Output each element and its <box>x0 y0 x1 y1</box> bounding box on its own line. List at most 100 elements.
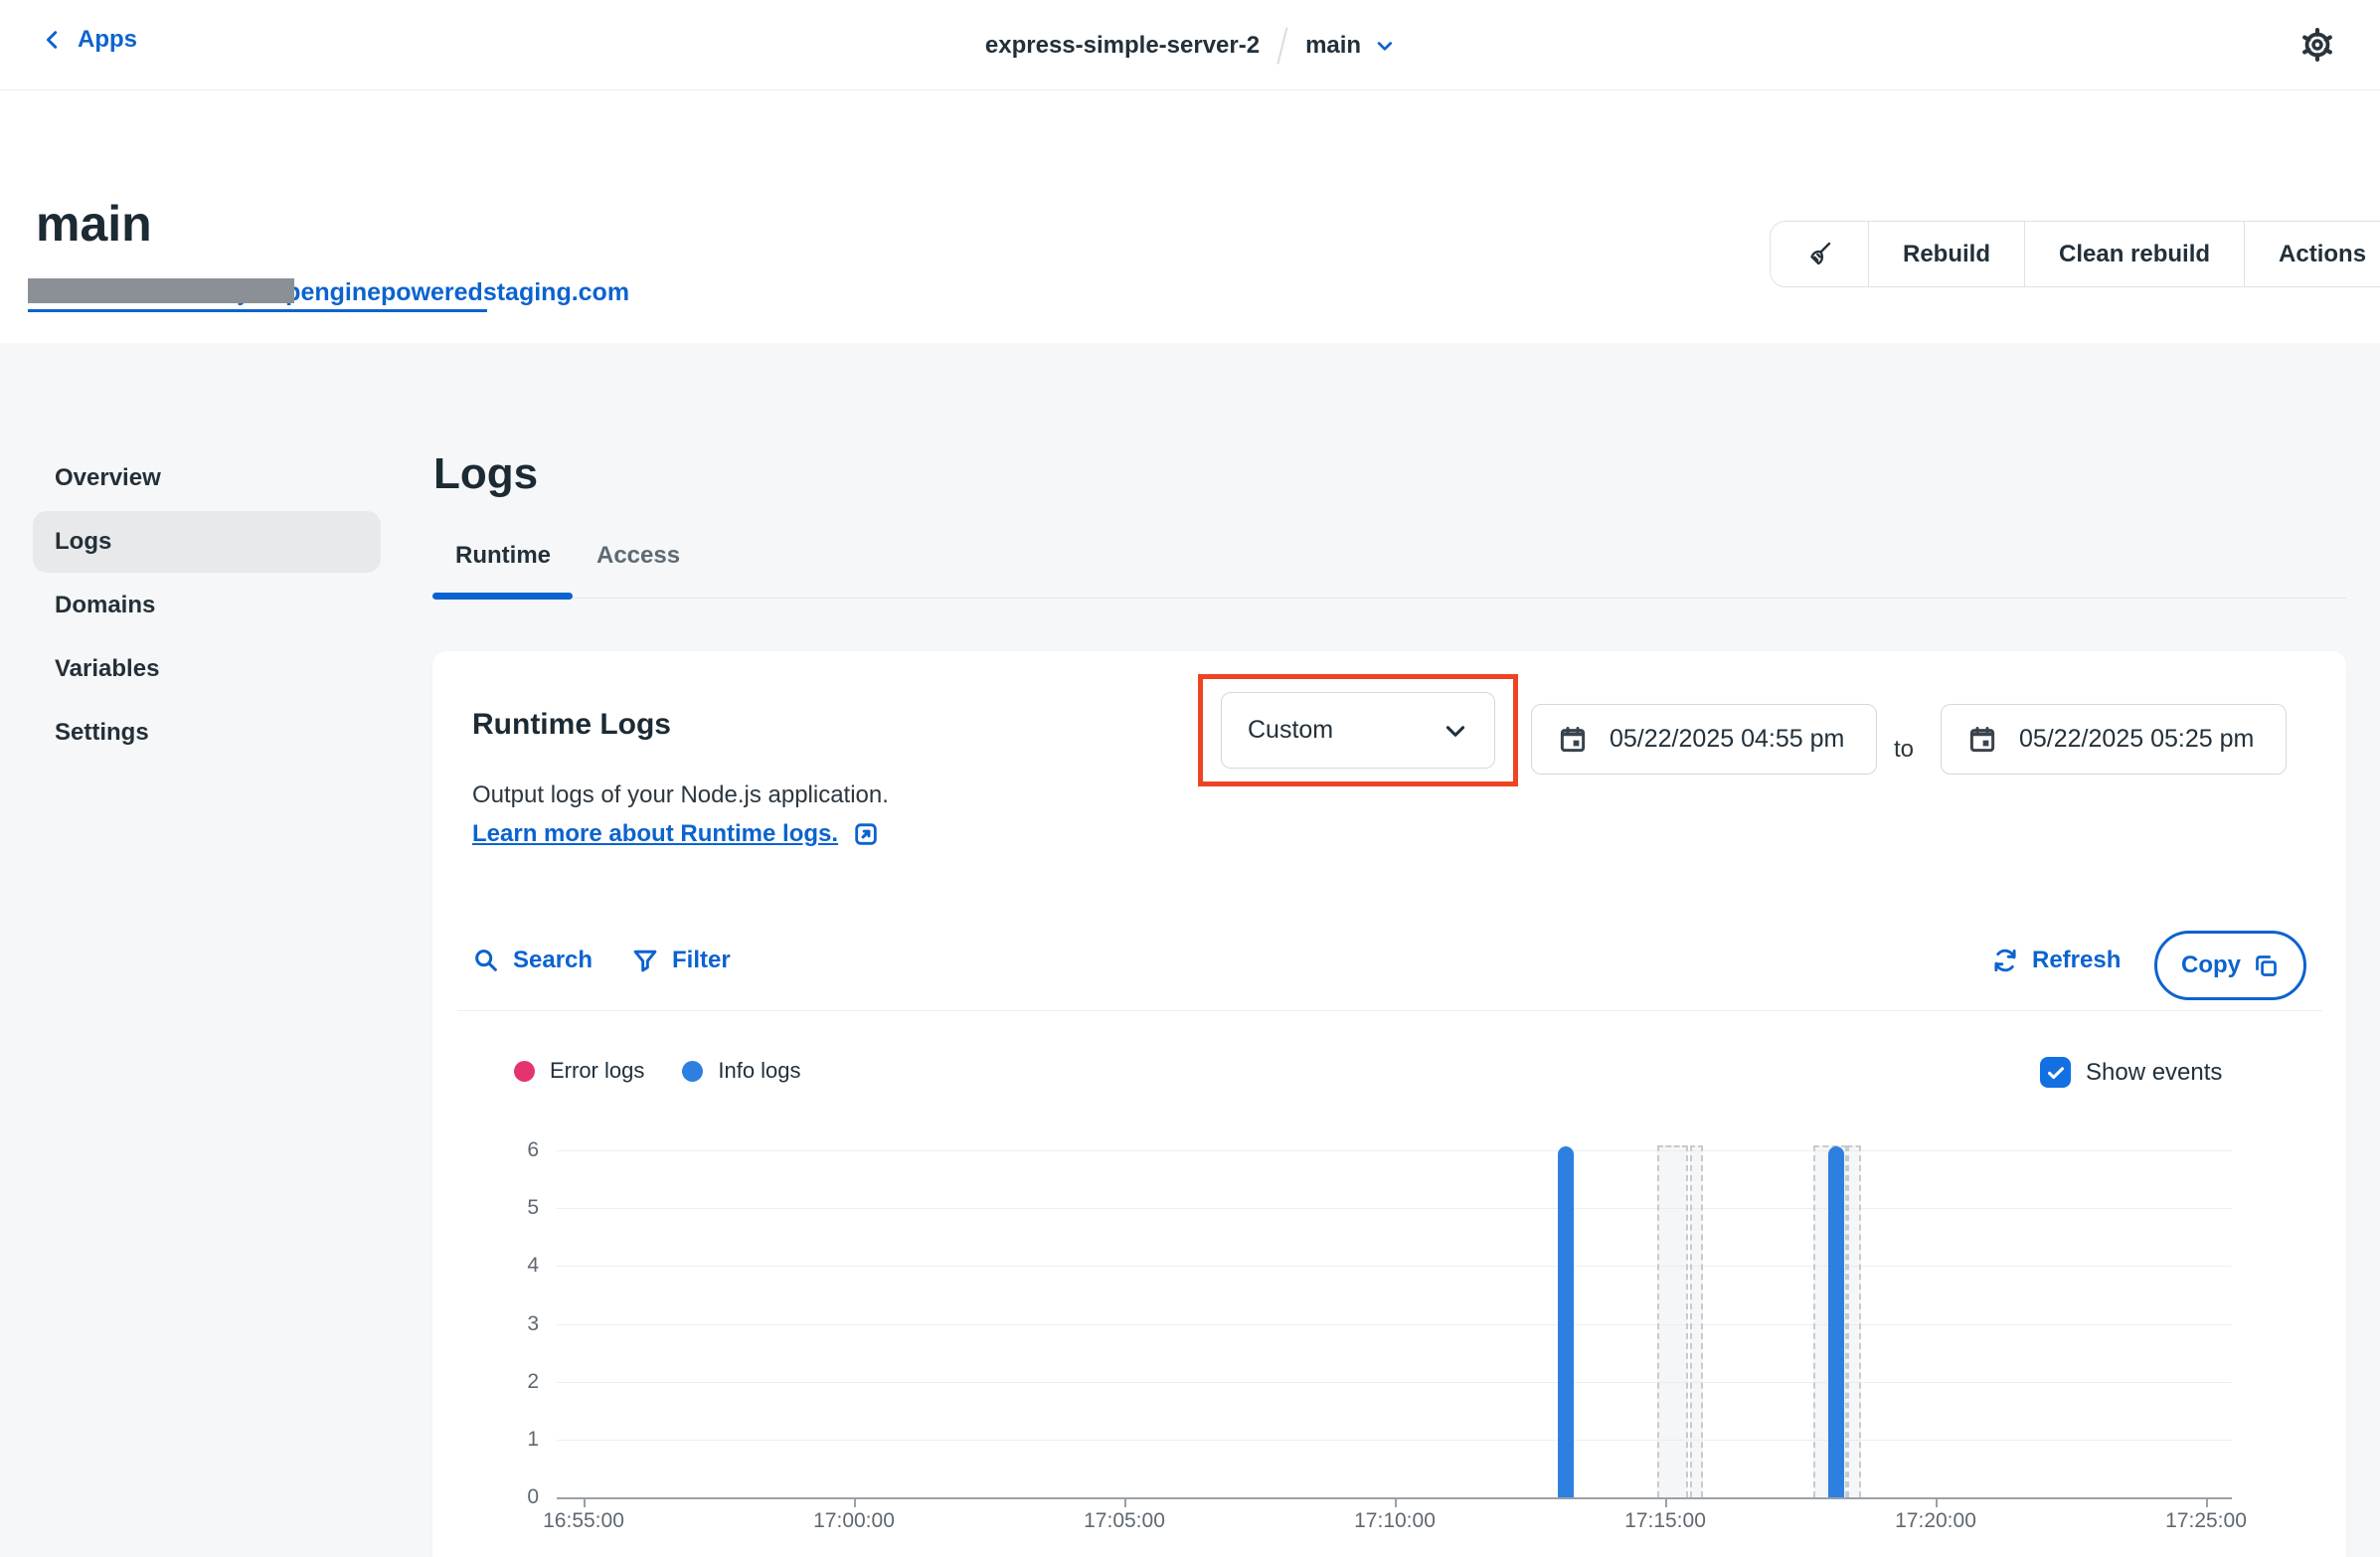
rebuild-button[interactable]: Rebuild <box>1869 222 2025 286</box>
y-axis-label-2: 2 <box>495 1370 539 1394</box>
x-axis-label-0: 16:55:00 <box>524 1509 643 1533</box>
date-from-value: 05/22/2025 04:55 pm <box>1610 725 1844 754</box>
gridline-y-5 <box>557 1208 2232 1209</box>
gridline-y-4 <box>557 1266 2232 1267</box>
tab-runtime[interactable]: Runtime <box>455 542 551 570</box>
runtime-logs-chart: 012345616:55:0017:00:0017:05:0017:10:001… <box>557 1133 2232 1541</box>
chevron-down-icon <box>1443 718 1468 744</box>
x-axis-label-5: 17:20:00 <box>1876 1509 1995 1533</box>
x-axis-tick-5 <box>1936 1497 1938 1507</box>
event-band-3 <box>1847 1145 1861 1497</box>
learn-more-link[interactable]: Learn more about Runtime logs. <box>472 820 880 848</box>
x-axis-tick-4 <box>1665 1497 1667 1507</box>
copy-icon <box>2253 952 2280 979</box>
log-bar-info-logs-0 <box>1558 1146 1574 1497</box>
date-to-input[interactable]: 05/22/2025 05:25 pm <box>1941 704 2287 775</box>
legend-error-label: Error logs <box>550 1058 644 1084</box>
check-icon <box>2045 1062 2067 1084</box>
breadcrumb: express-simple-server-2 main <box>985 0 1395 90</box>
settings-gear-button[interactable] <box>2298 26 2338 66</box>
sidebar-item-domains[interactable]: Domains <box>33 575 381 636</box>
y-axis-label-1: 1 <box>495 1428 539 1452</box>
gridline-y-6 <box>557 1150 2232 1151</box>
x-axis-label-2: 17:05:00 <box>1065 1509 1184 1533</box>
gridline-y-3 <box>557 1324 2232 1325</box>
tabs-divider <box>432 598 2346 599</box>
search-label: Search <box>513 947 593 974</box>
gridline-y-1 <box>557 1440 2232 1441</box>
y-axis-label-3: 3 <box>495 1312 539 1336</box>
time-range-value: Custom <box>1248 716 1333 745</box>
actions-label: Actions <box>2279 241 2366 268</box>
learn-more-label: Learn more about Runtime logs. <box>472 820 838 848</box>
y-axis-label-4: 4 <box>495 1254 539 1278</box>
x-axis-tick-6 <box>2206 1497 2208 1507</box>
back-link-label: Apps <box>78 26 137 54</box>
log-bar-info-logs-1 <box>1828 1146 1844 1497</box>
actions-dropdown-button[interactable]: Actions <box>2245 222 2380 286</box>
show-events-label: Show events <box>2086 1059 2222 1087</box>
info-logs-dot <box>682 1061 703 1082</box>
external-link-icon <box>852 820 880 848</box>
refresh-label: Refresh <box>2032 947 2121 974</box>
time-range-select[interactable]: Custom <box>1221 692 1495 769</box>
date-from-input[interactable]: 05/22/2025 04:55 pm <box>1531 704 1877 775</box>
y-axis-label-5: 5 <box>495 1196 539 1220</box>
card-divider <box>457 1010 2322 1011</box>
error-logs-dot <box>514 1061 535 1082</box>
copy-button[interactable]: Copy <box>2154 931 2306 1000</box>
calendar-icon <box>1967 725 1997 755</box>
sidebar-item-settings[interactable]: Settings <box>33 702 381 764</box>
x-axis-label-4: 17:15:00 <box>1606 1509 1725 1533</box>
filter-button[interactable]: Filter <box>631 947 731 974</box>
x-axis-tick-0 <box>584 1497 586 1507</box>
environment-sidebar: Overview Logs Domains Variables Settings <box>33 447 381 766</box>
breadcrumb-branch: main <box>1305 32 1361 60</box>
branch-selector[interactable]: main <box>1305 32 1395 60</box>
gear-icon <box>2298 26 2336 64</box>
top-header: Apps express-simple-server-2 main <box>0 0 2380 90</box>
page-title: Logs <box>433 449 538 499</box>
event-band-0 <box>1657 1145 1688 1497</box>
clean-cache-button[interactable] <box>1771 222 1869 286</box>
breadcrumb-separator <box>1277 27 1288 64</box>
search-button[interactable]: Search <box>472 947 593 974</box>
legend-item-error-logs: Error logs <box>514 1058 644 1084</box>
environment-action-bar: Rebuild Clean rebuild Actions <box>1770 221 2380 287</box>
environment-title: main <box>36 195 152 253</box>
show-events-checkbox[interactable] <box>2040 1057 2071 1088</box>
chevron-left-icon <box>42 29 64 51</box>
breadcrumb-app-name: express-simple-server-2 <box>985 32 1260 60</box>
sidebar-item-variables[interactable]: Variables <box>33 638 381 700</box>
runtime-logs-heading: Runtime Logs <box>472 708 671 742</box>
clean-rebuild-button[interactable]: Clean rebuild <box>2025 222 2245 286</box>
x-axis-tick-3 <box>1395 1497 1397 1507</box>
broom-icon <box>1804 240 1834 269</box>
gridline-y-2 <box>557 1382 2232 1383</box>
chart-legend: Error logs Info logs <box>514 1058 801 1084</box>
app-environment-page: Apps express-simple-server-2 main main .… <box>0 0 2380 1557</box>
refresh-button[interactable]: Refresh <box>1991 947 2121 974</box>
event-band-1 <box>1690 1145 1703 1497</box>
tab-access[interactable]: Access <box>596 542 680 570</box>
y-axis-label-6: 6 <box>495 1138 539 1162</box>
legend-info-label: Info logs <box>718 1058 800 1084</box>
active-tab-indicator <box>432 593 573 600</box>
x-axis-tick-1 <box>854 1497 856 1507</box>
back-to-apps-link[interactable]: Apps <box>42 26 137 54</box>
search-icon <box>472 947 500 974</box>
show-events-toggle[interactable]: Show events <box>2040 1057 2222 1088</box>
date-range-to-label: to <box>1894 736 1914 764</box>
x-axis-tick-2 <box>1124 1497 1126 1507</box>
calendar-icon <box>1558 725 1588 755</box>
link-underline <box>28 309 487 312</box>
filter-label: Filter <box>672 947 731 974</box>
x-axis-label-6: 17:25:00 <box>2146 1509 2266 1533</box>
copy-label: Copy <box>2181 952 2241 979</box>
sidebar-item-logs[interactable]: Logs <box>33 511 381 573</box>
legend-item-info-logs: Info logs <box>682 1058 800 1084</box>
sidebar-item-overview[interactable]: Overview <box>33 447 381 509</box>
chevron-down-icon <box>1375 36 1395 56</box>
redacted-url-segment <box>28 278 294 303</box>
runtime-logs-description: Output logs of your Node.js application. <box>472 781 889 809</box>
